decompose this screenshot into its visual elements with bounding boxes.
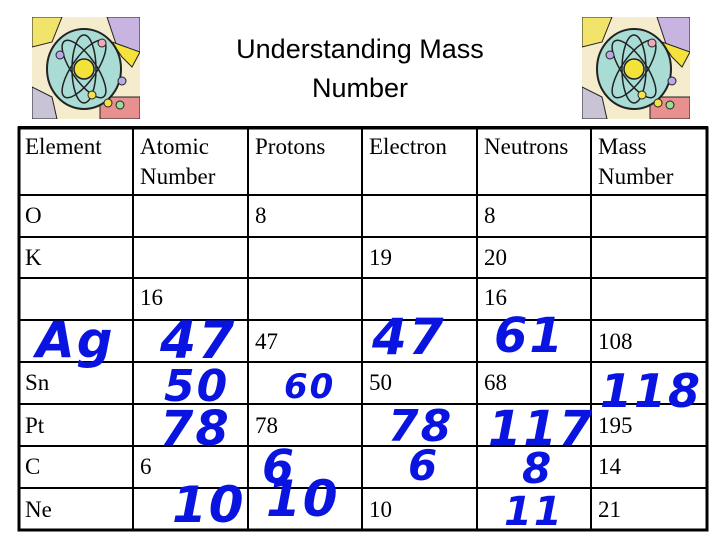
handwritten-answer: 78 (160, 401, 231, 457)
cell-element: C (25, 454, 41, 479)
handwritten-answer: 60 (284, 367, 336, 407)
cell-element: K (25, 245, 42, 270)
cell-protons: 47 (255, 329, 278, 354)
handwritten-answer: 47 (160, 311, 237, 371)
cell-neutrons: 68 (484, 370, 507, 395)
cell-mass-number: 108 (598, 329, 633, 354)
header-protons: Protons (255, 134, 326, 159)
handwritten-answer: Ag (36, 311, 115, 369)
cell-protons: 8 (255, 203, 267, 228)
handwritten-answer: 11 (504, 489, 564, 535)
cell-protons: 78 (255, 413, 278, 438)
handwritten-answer: 118 (600, 364, 703, 418)
header-mass-number: Mass Number (598, 134, 674, 189)
cell-neutrons: 20 (484, 245, 507, 270)
header-electron: Electron (369, 134, 447, 159)
cell-electron: 50 (369, 370, 392, 395)
cell-electron: 19 (369, 245, 392, 270)
cell-electron: 10 (369, 497, 392, 522)
cell-atomic-number: 6 (140, 454, 152, 479)
cell-element: Ne (25, 497, 52, 522)
cell-mass-number: 14 (598, 454, 621, 479)
cell-mass-number: 21 (598, 497, 621, 522)
handwritten-answer: 47 (372, 308, 446, 366)
handwritten-answer: 10 (266, 470, 340, 528)
cell-element: O (25, 203, 42, 228)
cell-atomic-number: 16 (140, 285, 163, 310)
header-neutrons: Neutrons (484, 134, 569, 159)
cell-neutrons: 8 (484, 203, 496, 228)
handwritten-answer: 10 (172, 476, 246, 534)
cell-element: Pt (25, 413, 45, 438)
cell-element: Sn (25, 370, 50, 395)
handwritten-answer: 6 (408, 441, 440, 490)
header-atomic-number: Atomic Number (140, 134, 216, 189)
header-element: Element (25, 134, 102, 159)
handwritten-answer: 61 (494, 308, 565, 364)
handwritten-answer: 8 (522, 444, 554, 493)
